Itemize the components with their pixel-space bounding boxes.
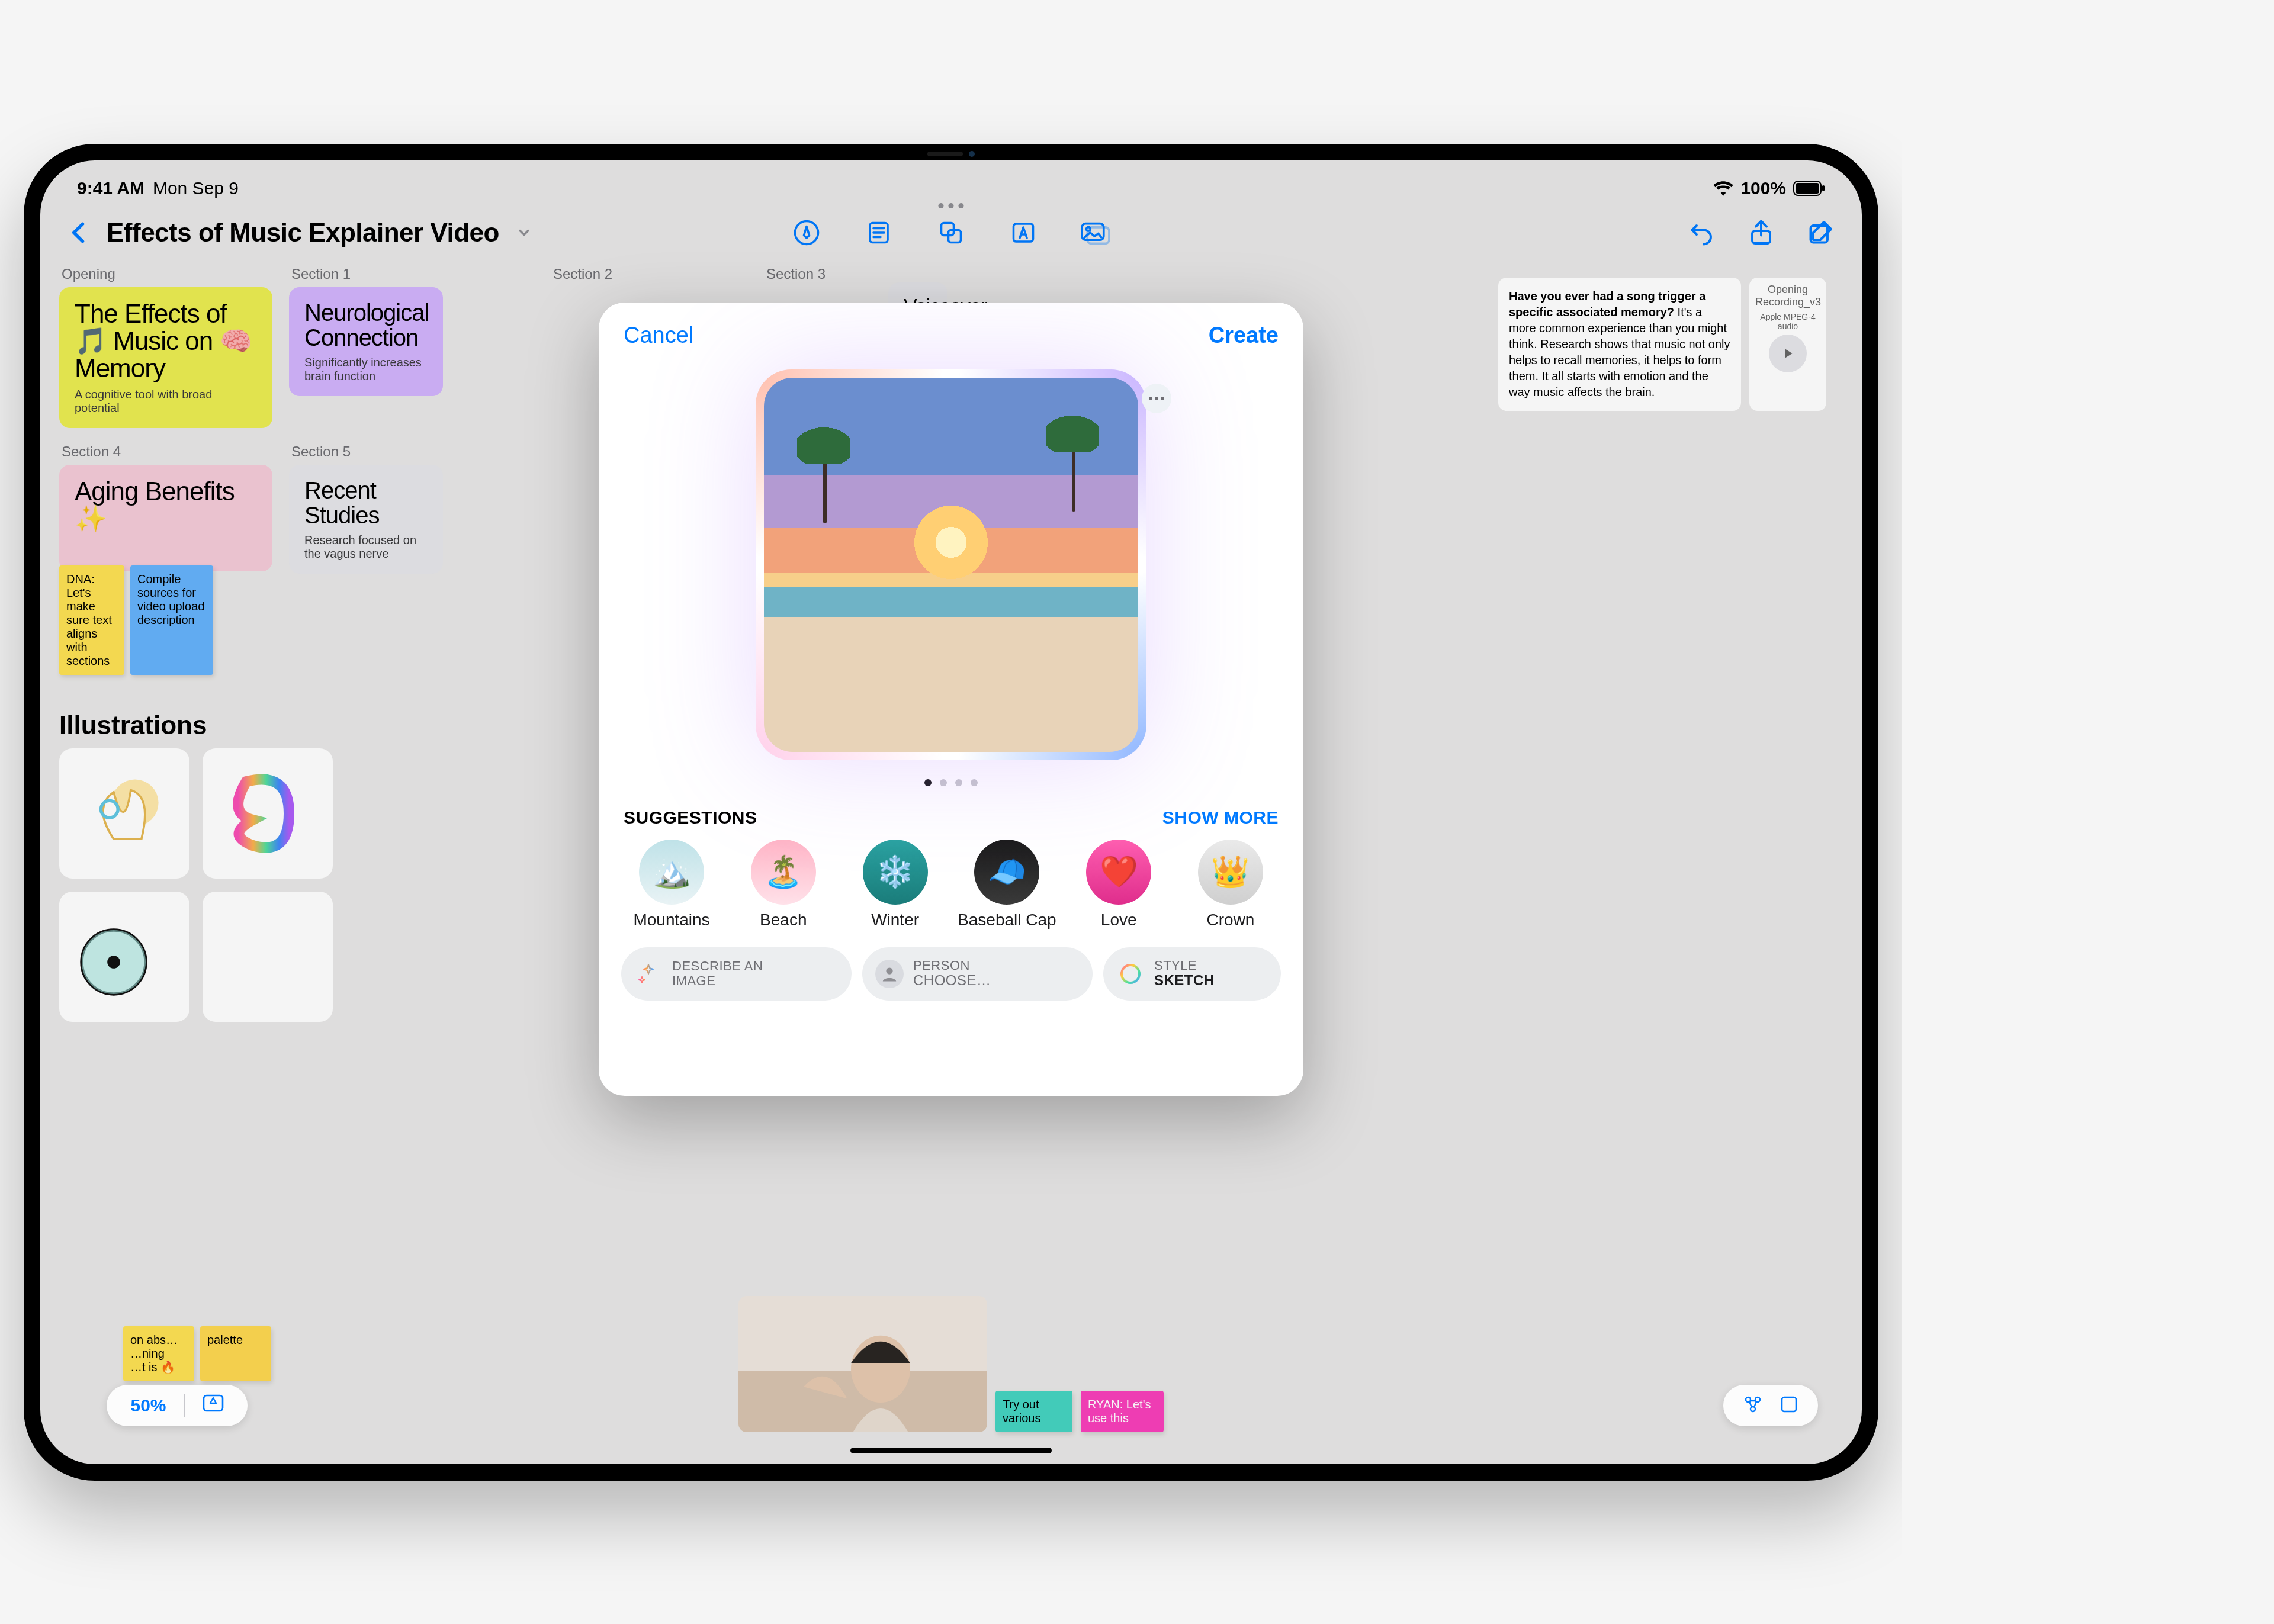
page-dot[interactable] xyxy=(955,779,962,786)
generated-image xyxy=(764,378,1138,752)
beach-icon: 🏝️ xyxy=(751,840,816,905)
zoom-value: 50% xyxy=(130,1395,166,1416)
suggestions-label: SUGGESTIONS xyxy=(624,808,757,828)
style-ring-icon xyxy=(1116,960,1145,988)
more-options-button[interactable] xyxy=(1142,384,1171,413)
describe-image-chip[interactable]: DESCRIBE AN IMAGE xyxy=(621,947,852,1001)
cancel-button[interactable]: Cancel xyxy=(624,323,693,348)
chip-label: DESCRIBE AN xyxy=(672,959,763,973)
image-playground-modal: Cancel Create SUGGESTIONS SHOW MORE xyxy=(599,303,1303,1096)
suggestions-row: 🏔️ Mountains 🏝️ Beach ❄️ Winter 🧢 Baseba… xyxy=(599,828,1303,930)
chip-label: IMAGE xyxy=(672,974,763,988)
zoom-fit-icon[interactable] xyxy=(203,1394,224,1416)
person-icon xyxy=(875,960,904,988)
page-dot[interactable] xyxy=(924,779,932,786)
suggestion-love[interactable]: ❤️ Love xyxy=(1068,840,1169,930)
canvas-view-icon[interactable] xyxy=(1780,1395,1798,1416)
show-more-button[interactable]: SHOW MORE xyxy=(1162,808,1279,828)
suggestion-beach[interactable]: 🏝️ Beach xyxy=(733,840,834,930)
home-indicator[interactable] xyxy=(850,1448,1052,1453)
ipad-frame: 9:41 AM Mon Sep 9 100% Effects of Music xyxy=(24,144,1878,1481)
suggestion-label: Winter xyxy=(871,911,919,930)
suggestion-label: Beach xyxy=(760,911,807,930)
page-dot[interactable] xyxy=(971,779,978,786)
heart-icon: ❤️ xyxy=(1086,840,1151,905)
svg-rect-26 xyxy=(1782,1397,1796,1411)
person-chip[interactable]: PERSON CHOOSE… xyxy=(862,947,1093,1001)
svg-point-20 xyxy=(886,967,892,974)
suggestion-label: Mountains xyxy=(633,911,709,930)
camera-notch xyxy=(898,147,1004,160)
suggestion-winter[interactable]: ❄️ Winter xyxy=(845,840,946,930)
crown-icon: 👑 xyxy=(1198,840,1263,905)
svg-point-21 xyxy=(1122,965,1139,983)
cap-icon: 🧢 xyxy=(974,840,1039,905)
chip-label: PERSON xyxy=(913,959,991,973)
sparkle-icon xyxy=(634,960,663,988)
divider xyxy=(184,1394,185,1417)
suggestion-baseball-cap[interactable]: 🧢 Baseball Cap xyxy=(956,840,1057,930)
snowflake-icon: ❄️ xyxy=(863,840,928,905)
page-dot[interactable] xyxy=(940,779,947,786)
suggestion-label: Love xyxy=(1101,911,1137,930)
chip-value: CHOOSE… xyxy=(913,973,991,988)
chip-label: STYLE xyxy=(1154,959,1215,973)
suggestion-label: Baseball Cap xyxy=(958,911,1056,930)
chip-value: SKETCH xyxy=(1154,973,1215,988)
suggestion-crown[interactable]: 👑 Crown xyxy=(1180,840,1281,930)
zoom-control[interactable]: 50% xyxy=(107,1385,248,1426)
view-switch[interactable] xyxy=(1723,1385,1818,1426)
create-button[interactable]: Create xyxy=(1209,323,1279,348)
preview-image[interactable] xyxy=(756,369,1146,760)
style-chip[interactable]: STYLE SKETCH xyxy=(1103,947,1281,1001)
screen: 9:41 AM Mon Sep 9 100% Effects of Music xyxy=(40,160,1862,1464)
suggestion-mountains[interactable]: 🏔️ Mountains xyxy=(621,840,722,930)
mountain-icon: 🏔️ xyxy=(639,840,704,905)
graph-view-icon[interactable] xyxy=(1743,1394,1763,1417)
page-dots[interactable] xyxy=(599,779,1303,786)
suggestion-label: Crown xyxy=(1207,911,1255,930)
